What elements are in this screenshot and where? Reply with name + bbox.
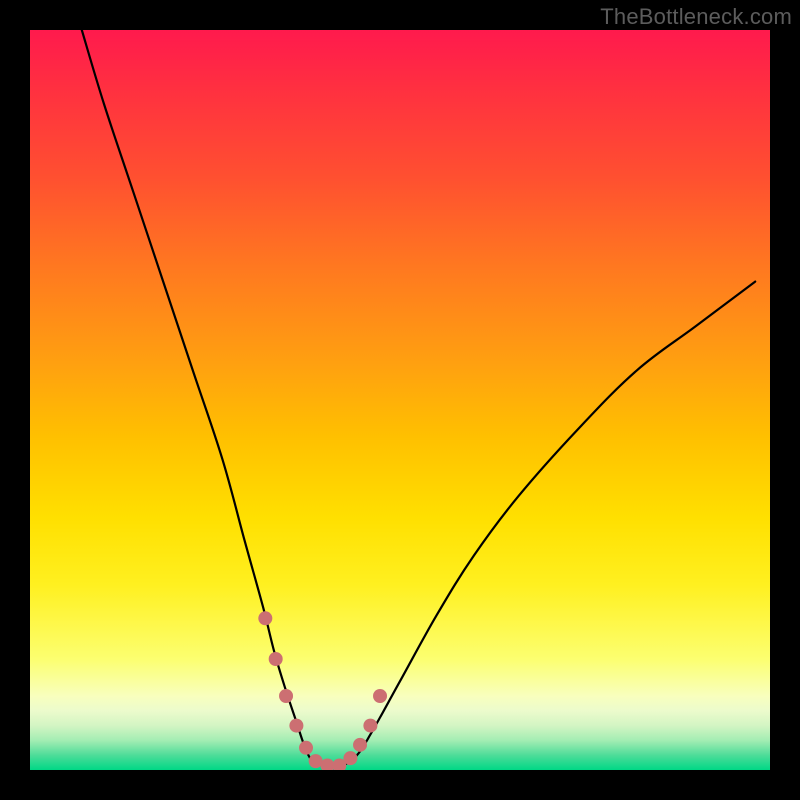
curve-marker	[258, 611, 272, 625]
chart-stage: TheBottleneck.com	[0, 0, 800, 800]
curve-marker	[343, 751, 357, 765]
curve-marker	[299, 741, 313, 755]
marker-group	[258, 611, 387, 770]
curve-marker	[353, 738, 367, 752]
bottleneck-curve	[82, 30, 755, 767]
curve-marker	[279, 689, 293, 703]
watermark-text: TheBottleneck.com	[600, 4, 792, 30]
curve-marker	[289, 719, 303, 733]
plot-area	[30, 30, 770, 770]
curve-marker	[269, 652, 283, 666]
curve-marker	[363, 719, 377, 733]
curve-marker	[373, 689, 387, 703]
curve-svg	[30, 30, 770, 770]
